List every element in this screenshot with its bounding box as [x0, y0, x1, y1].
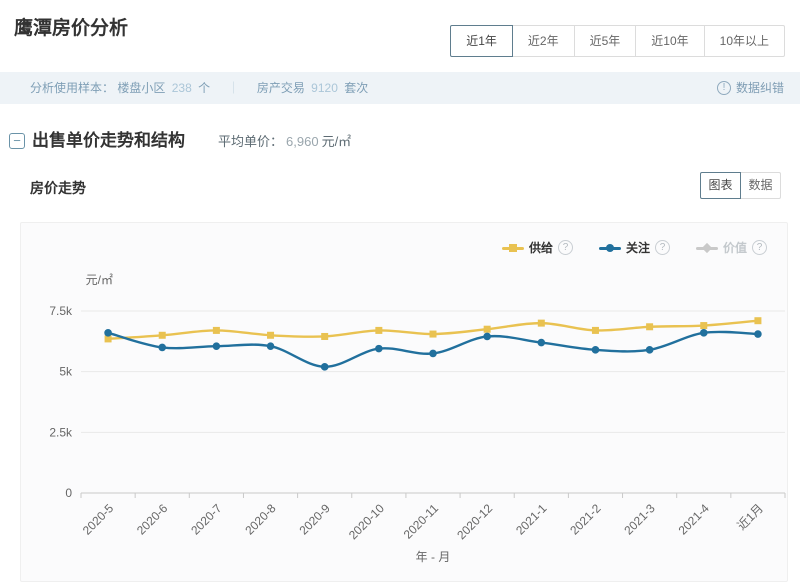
svg-text:年 - 月: 年 - 月 [416, 550, 451, 564]
chart-panel-title: 房价走势 [30, 178, 86, 198]
sample-info-bar: 分析使用样本： 楼盘小区 238 个 ｜ 房产交易 9120 套次 ! 数据纠错 [0, 72, 800, 104]
housing-analysis-page: 鹰潭房价分析 近1年 近2年 近5年 近10年 10年以上 分析使用样本： 楼盘… [0, 0, 800, 585]
price-trend-card: 供给 ? 关注 ? 价值 ? 元/㎡ 02.5k5k7.5k2020-52020… [20, 222, 788, 582]
average-price: 平均单价：6,960元/㎡ [218, 131, 351, 150]
data-correction-link[interactable]: ! 数据纠错 [717, 72, 784, 104]
info-icon: ! [717, 81, 731, 95]
sample2-unit: 套次 [344, 81, 368, 95]
sample1-value: 238 [172, 81, 192, 95]
svg-text:0: 0 [65, 486, 72, 500]
page-title: 鹰潭房价分析 [14, 13, 128, 40]
svg-text:2020-6: 2020-6 [134, 501, 171, 538]
svg-text:2021-1: 2021-1 [513, 501, 550, 538]
time-range-tabs: 近1年 近2年 近5年 近10年 10年以上 [450, 25, 785, 57]
svg-text:2020-11: 2020-11 [401, 501, 442, 542]
svg-text:2020-7: 2020-7 [188, 501, 225, 538]
sample1-unit: 个 [198, 81, 210, 95]
svg-text:7.5k: 7.5k [49, 304, 73, 318]
svg-text:近1月: 近1月 [734, 501, 766, 533]
svg-text:2021-2: 2021-2 [567, 501, 604, 538]
data-correction-label: 数据纠错 [736, 72, 784, 104]
average-price-value: 6,960 [286, 134, 319, 149]
svg-text:2.5k: 2.5k [49, 425, 73, 439]
svg-text:2020-10: 2020-10 [346, 501, 387, 542]
section-title: 出售单价走势和结构 [32, 126, 185, 151]
price-trend-chart: 0 2.5k 5k 7.5k 2020-5 2020-6 2020-7 2020-8 2020-… [21, 223, 789, 581]
divider: ｜ [227, 81, 239, 95]
tab-over-10-years[interactable]: 10年以上 [704, 25, 785, 57]
view-toggle: 图表 数据 [700, 172, 781, 199]
tab-last-10-years[interactable]: 近10年 [635, 25, 704, 57]
average-price-unit: 元/㎡ [322, 134, 352, 149]
svg-text:2020-9: 2020-9 [296, 501, 333, 538]
chart-view-button[interactable]: 图表 [700, 172, 741, 199]
data-view-button[interactable]: 数据 [740, 172, 781, 199]
tab-last-2-years[interactable]: 近2年 [512, 25, 575, 57]
svg-text:2021-4: 2021-4 [676, 501, 713, 538]
sample2-value: 9120 [311, 81, 338, 95]
svg-text:2020-5: 2020-5 [80, 501, 117, 538]
tab-last-1-year[interactable]: 近1年 [450, 25, 513, 57]
svg-text:2020-12: 2020-12 [454, 501, 495, 542]
sample-label: 分析使用样本： [30, 81, 114, 95]
tab-last-5-years[interactable]: 近5年 [574, 25, 637, 57]
sample2-name: 房产交易 [257, 81, 305, 95]
collapse-icon[interactable]: − [9, 133, 25, 149]
svg-text:2021-3: 2021-3 [621, 501, 658, 538]
svg-text:2020-8: 2020-8 [242, 501, 279, 538]
sample1-name: 楼盘小区 [117, 81, 165, 95]
svg-text:5k: 5k [59, 365, 73, 379]
average-price-label: 平均单价： [218, 134, 283, 149]
